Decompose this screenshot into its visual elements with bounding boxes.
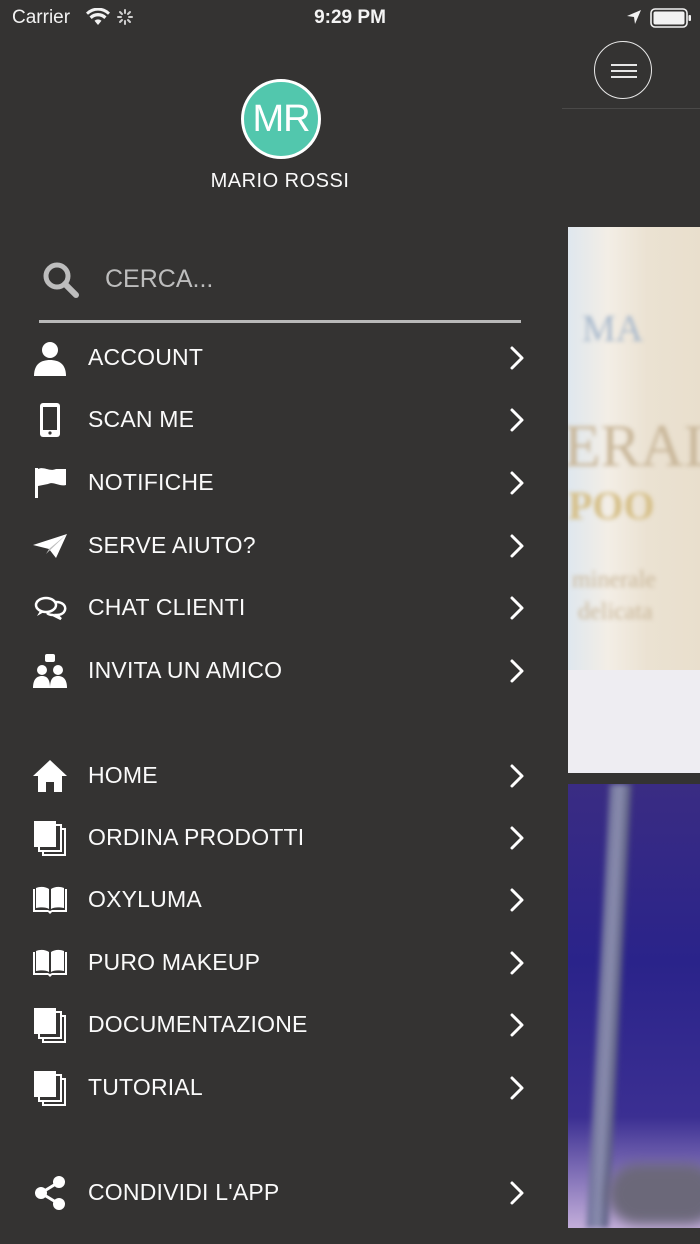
menu-item-chat-clienti[interactable]: CHAT CLIENTI [0,578,560,638]
menu-item-label: PURO MAKEUP [88,949,261,975]
menu-item-label: TUTORIAL [88,1074,203,1100]
flag-icon [35,468,66,498]
chevron-right-icon [510,346,524,370]
chat-icon [34,596,67,621]
location-arrow-icon [627,10,641,24]
menu-item-notifiche[interactable]: NOTIFICHE [0,453,560,513]
menu-item-label: ACCOUNT [88,344,204,370]
menu-item-documentazione[interactable]: DOCUMENTAZIONE [0,995,560,1055]
chevron-right-icon [510,408,524,432]
menu-item-label: ORDINA PRODOTTI [88,824,305,850]
menu-item-label: NOTIFICHE [88,469,214,495]
phone-icon [40,403,60,437]
menu-item-label: OXYLUMA [88,886,202,912]
chevron-right-icon [510,826,524,850]
menu-item-account[interactable]: ACCOUNT [0,328,560,388]
chevron-right-icon [510,534,524,558]
menu-item-condividi-app[interactable]: CONDIVIDI L'APP [0,1163,560,1223]
product-card-footer [568,670,700,773]
status-bar: Carrier 9:29 PM [0,0,700,36]
share-icon [35,1176,65,1210]
search-bar[interactable] [39,250,521,323]
menu-item-home[interactable]: HOME [0,746,560,806]
menu-item-label: INVITA UN AMICO [88,657,283,683]
user-icon [34,342,66,376]
chevron-right-icon [510,1076,524,1100]
hamburger-menu-button[interactable] [594,41,652,99]
avatar[interactable]: MR [241,79,321,159]
chevron-right-icon [510,596,524,620]
user-name: MARIO ROSSI [210,170,350,192]
invite-friends-icon [33,654,67,688]
menu-item-puro-makeup[interactable]: PURO MAKEUP [0,933,560,993]
documents-icon [34,1008,66,1043]
menu-item-invita-un-amico[interactable]: INVITA UN AMICO [0,641,560,701]
documents-icon [34,821,66,856]
product-image-shampoo[interactable]: MA ERAL POO minerale delicata [568,227,700,670]
documents-icon [34,1071,66,1106]
chevron-right-icon [510,1181,524,1205]
header-divider [562,108,700,109]
menu-item-label: CHAT CLIENTI [88,594,246,620]
menu-item-label: CONDIVIDI L'APP [88,1179,280,1205]
menu-item-label: SERVE AIUTO? [88,532,256,558]
home-icon [33,760,67,792]
chevron-right-icon [510,764,524,788]
chevron-right-icon [510,1013,524,1037]
chevron-right-icon [510,659,524,683]
battery-icon [650,8,691,28]
book-icon [33,886,67,914]
menu-item-scan-me[interactable]: SCAN ME [0,390,560,450]
chevron-right-icon [510,888,524,912]
menu-item-label: HOME [88,762,158,788]
menu-item-label: DOCUMENTAZIONE [88,1011,308,1037]
book-icon [33,949,67,977]
product-image-makeup[interactable] [568,784,700,1228]
menu-item-tutorial[interactable]: TUTORIAL [0,1058,560,1118]
paper-plane-icon [33,534,67,558]
search-underline [39,320,521,323]
status-time: 9:29 PM [314,7,386,28]
menu-item-oxyluma[interactable]: OXYLUMA [0,870,560,930]
search-input[interactable] [103,258,507,300]
search-icon [43,262,79,298]
chevron-right-icon [510,951,524,975]
menu-item-label: SCAN ME [88,406,195,432]
menu-item-ordina-prodotti[interactable]: ORDINA PRODOTTI [0,808,560,868]
chevron-right-icon [510,471,524,495]
menu-item-serve-aiuto[interactable]: SERVE AIUTO? [0,516,560,576]
